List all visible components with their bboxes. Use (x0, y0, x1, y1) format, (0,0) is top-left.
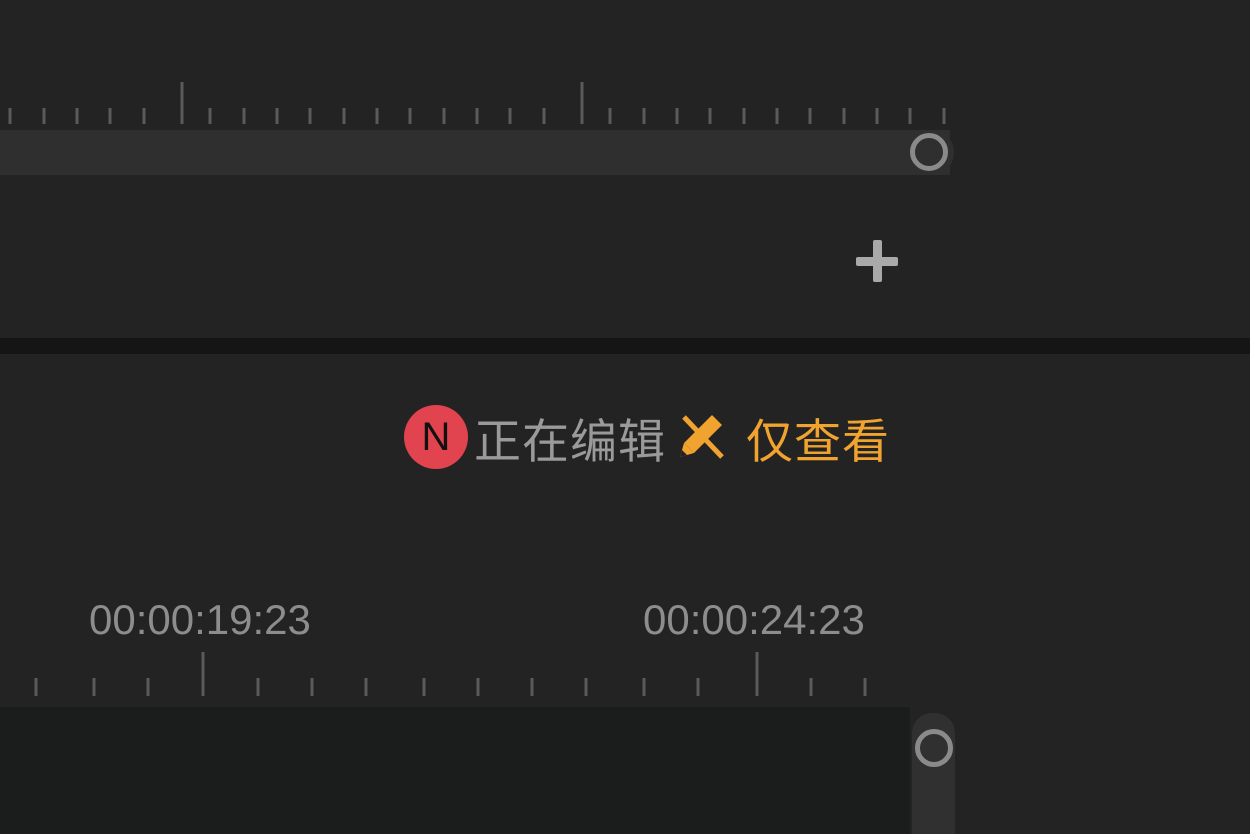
plus-icon (856, 240, 898, 282)
user-initial: N (421, 415, 451, 459)
view-only-button[interactable]: 仅查看 (746, 403, 890, 472)
user-avatar[interactable]: N (404, 405, 468, 469)
editing-status-label: 正在编辑 (474, 414, 666, 470)
top-track-bar[interactable] (0, 130, 950, 175)
timecode-label: 00:00:19:23 (89, 596, 311, 643)
bottom-track-area[interactable] (0, 707, 910, 834)
add-track-button[interactable] (852, 236, 902, 286)
pencil-crossed-icon[interactable] (676, 411, 728, 463)
timecode-label: 00:00:24:23 (643, 596, 865, 643)
timeline-editor: N 正在编辑 仅查看 00:00:19:23 00:00:24:23 (0, 0, 1250, 834)
bottom-handle-ring-icon[interactable] (915, 729, 953, 767)
edit-status-bar: N 正在编辑 仅查看 (404, 403, 890, 471)
top-time-ruler (8, 82, 946, 124)
top-handle-ring-icon[interactable] (910, 133, 948, 171)
bottom-time-ruler (34, 652, 867, 696)
panel-divider[interactable] (0, 338, 1250, 354)
top-track-panel (0, 0, 1250, 338)
